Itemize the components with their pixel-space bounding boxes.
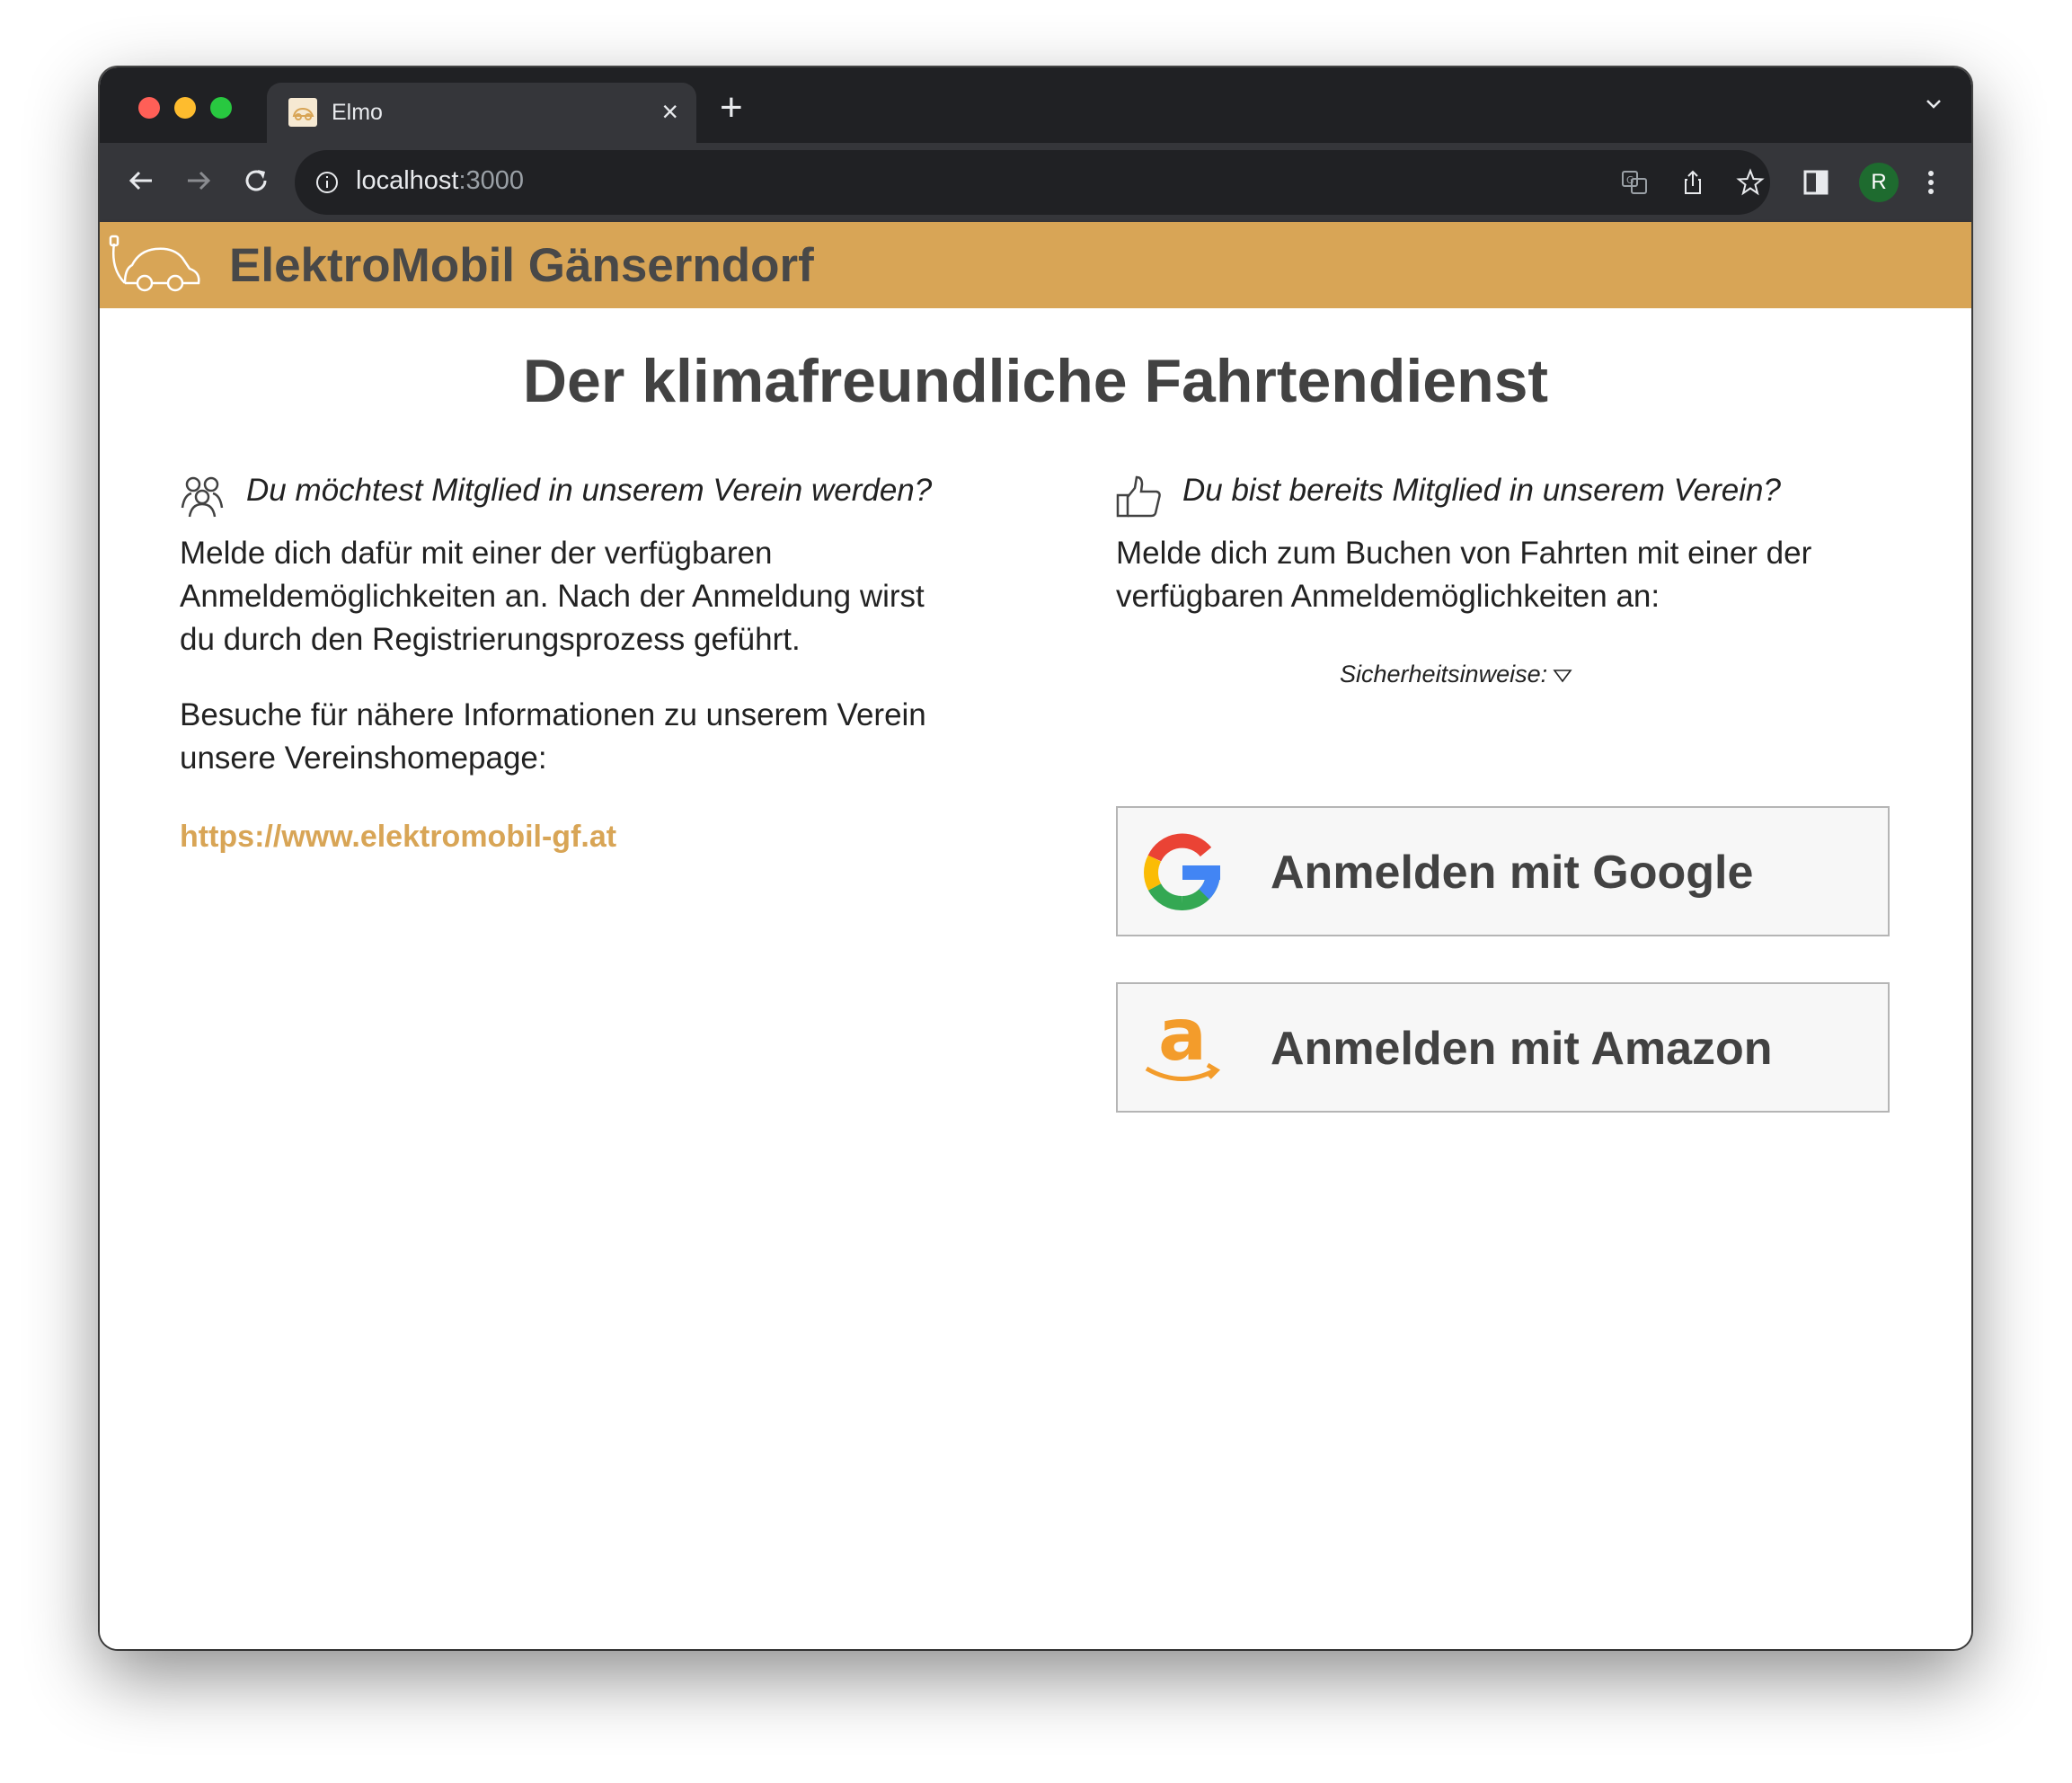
side-panel-icon[interactable] (1802, 168, 1830, 201)
triangle-down-icon (1553, 670, 1572, 683)
url-text: localhost:3000 (356, 166, 524, 196)
homepage-paragraph: Besuche für nähere Informationen zu unse… (180, 697, 926, 776)
tab-title: Elmo (332, 100, 383, 125)
google-login-button[interactable]: Anmelden mit Google (1116, 806, 1890, 936)
browser-menu-icon[interactable] (1924, 168, 1938, 201)
member-paragraph: Melde dich zum Buchen von Fahrten mit ei… (1116, 536, 1812, 614)
close-window-button[interactable] (138, 97, 160, 119)
browser-tab[interactable]: Elmo × (267, 83, 696, 143)
translate-icon[interactable]: G (1620, 168, 1649, 201)
security-notes-toggle[interactable]: Sicherheitsinweise: (1340, 661, 1572, 688)
amazon-login-label: Anmelden mit Amazon (1271, 1023, 1773, 1075)
reload-icon[interactable] (240, 164, 272, 201)
forward-arrow-icon[interactable] (182, 164, 215, 201)
new-tab-button[interactable]: + (720, 85, 743, 130)
maximize-window-button[interactable] (210, 97, 232, 119)
amazon-login-button[interactable]: a Anmelden mit Amazon (1116, 982, 1890, 1113)
tab-search-chevron-icon[interactable] (1923, 93, 1944, 119)
homepage-link[interactable]: https://www.elektromobil-gf.at (180, 820, 616, 855)
browser-toolbar: localhost:3000 G R (100, 143, 1971, 222)
back-arrow-icon[interactable] (125, 164, 157, 201)
profile-avatar[interactable]: R (1859, 163, 1899, 202)
join-heading: Du möchtest Mitglied in unserem Verein w… (246, 473, 933, 508)
google-login-label: Anmelden mit Google (1271, 847, 1754, 899)
browser-window: Elmo × + localhost:3000 G R ElektroMobil… (100, 67, 1971, 1649)
join-paragraph: Melde dich dafür mit einer der verfügbar… (180, 536, 925, 657)
app-title[interactable]: ElektroMobil Gänserndorf (229, 238, 814, 293)
amazon-logo-icon: a (1138, 993, 1227, 1094)
bookmark-star-icon[interactable] (1736, 168, 1765, 201)
main-content: Der klimafreundliche Fahrtendienst Du mö… (100, 308, 1971, 1649)
favicon-icon (288, 98, 317, 127)
tab-close-icon[interactable]: × (661, 95, 678, 129)
page-headline: Der klimafreundliche Fahrtendienst (522, 347, 1549, 415)
tab-strip: Elmo × + (100, 67, 1971, 143)
electric-car-logo-icon[interactable] (105, 233, 206, 302)
app-header: ElektroMobil Gänserndorf (100, 222, 1971, 308)
svg-text:a: a (1158, 1004, 1207, 1077)
minimize-window-button[interactable] (174, 97, 196, 119)
url-port: :3000 (458, 166, 525, 195)
site-info-icon[interactable] (314, 170, 340, 200)
thumbs-up-icon (1115, 474, 1164, 523)
security-notes-label: Sicherheitsinweise: (1340, 661, 1548, 687)
svg-text:G: G (1626, 174, 1634, 186)
people-group-icon (179, 475, 226, 523)
share-icon[interactable] (1678, 168, 1707, 201)
address-bar[interactable]: localhost:3000 G (295, 150, 1770, 215)
google-logo-icon (1138, 828, 1227, 918)
member-heading: Du bist bereits Mitglied in unserem Vere… (1182, 473, 1781, 508)
url-host: localhost (356, 166, 459, 195)
